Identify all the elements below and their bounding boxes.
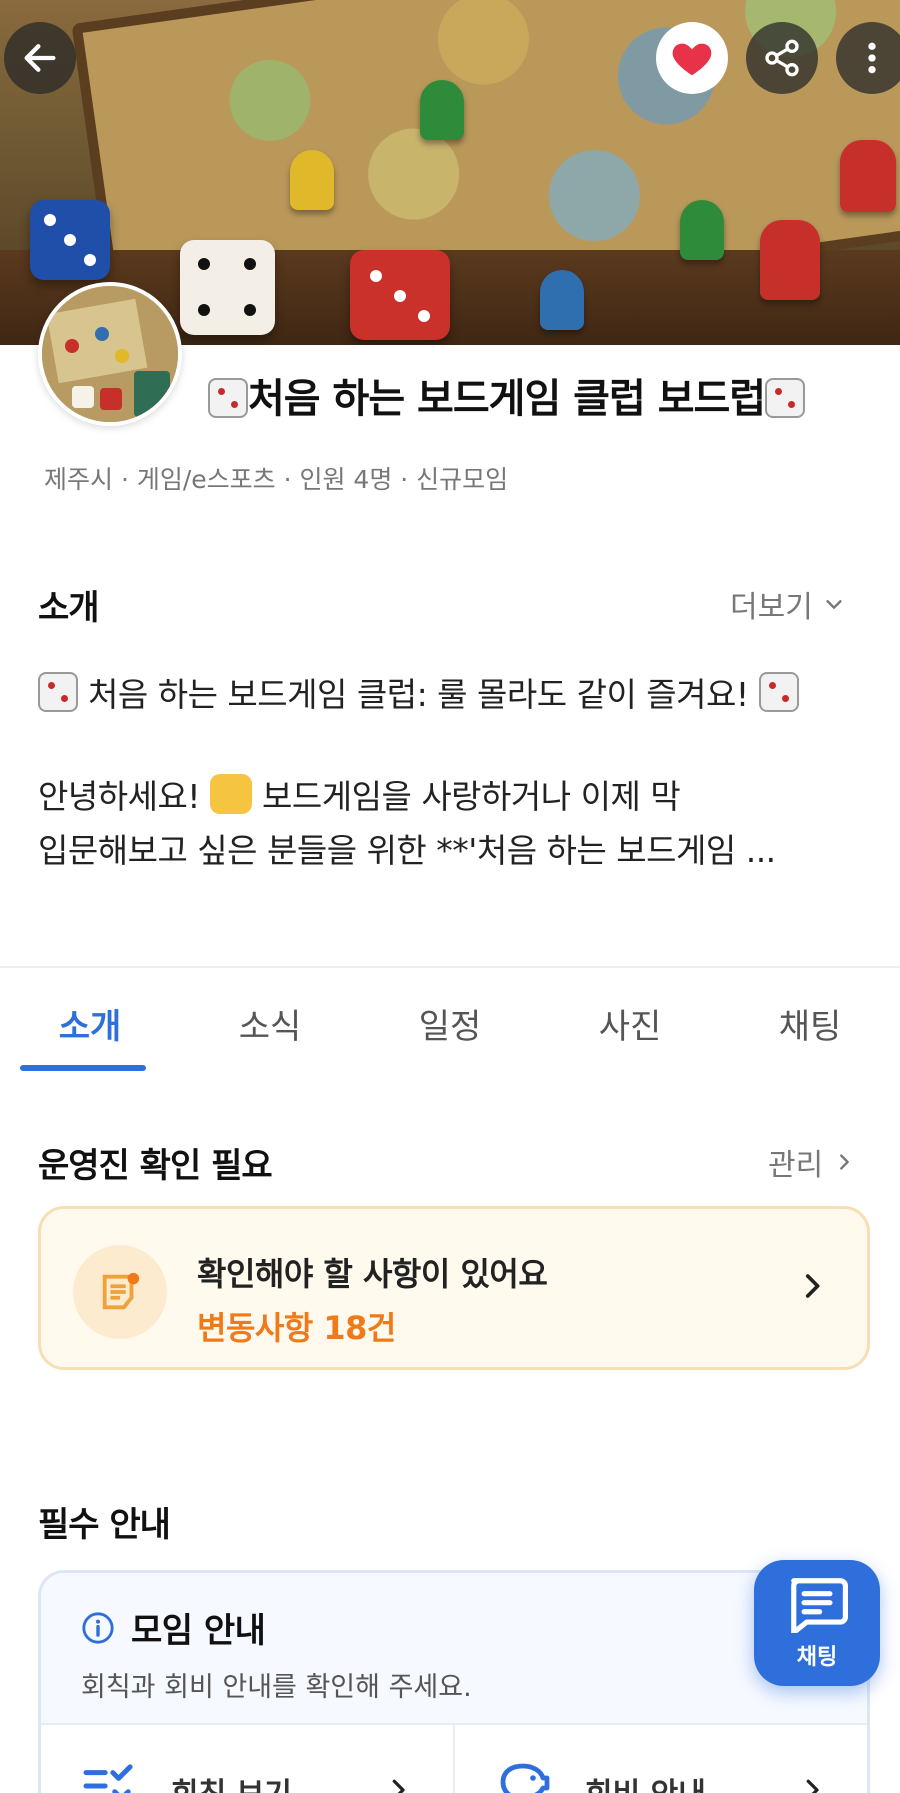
more-vertical-icon xyxy=(868,42,876,74)
notice-count: 변동사항 18건 xyxy=(197,1309,396,1347)
dice-emoji-icon xyxy=(208,378,248,418)
red-meeple xyxy=(760,220,820,300)
manage-button[interactable]: 관리 xyxy=(768,1140,855,1184)
info-card-desc: 회칙과 회비 안내를 확인해 주세요. xyxy=(81,1672,472,1703)
white-die xyxy=(180,240,275,335)
more-label: 더보기 xyxy=(730,590,813,625)
tab-schedule[interactable]: 일정 xyxy=(360,975,540,1071)
required-heading: 필수 안내 xyxy=(38,1505,171,1545)
chat-icon xyxy=(791,1578,848,1633)
memo-icon xyxy=(73,1245,167,1339)
blue-meeple xyxy=(540,270,584,330)
info-card-title: 모임 안내 xyxy=(131,1611,266,1651)
info-icon xyxy=(82,1612,114,1644)
notice-title: 확인해야 할 사항이 있어요 xyxy=(197,1255,548,1293)
dice-emoji-icon xyxy=(758,672,799,712)
admin-heading: 운영진 확인 필요 xyxy=(38,1146,273,1186)
dice-emoji-icon xyxy=(38,672,78,712)
share-button[interactable] xyxy=(746,22,818,94)
chat-fab-button[interactable]: 채팅 xyxy=(754,1560,880,1686)
tab-intro[interactable]: 소개 xyxy=(0,975,180,1071)
more-button[interactable] xyxy=(836,22,900,94)
tab-chat[interactable]: 채팅 xyxy=(720,975,900,1071)
club-avatar[interactable] xyxy=(38,282,182,426)
tab-photos[interactable]: 사진 xyxy=(540,975,720,1071)
green-meeple xyxy=(680,200,724,260)
like-button[interactable] xyxy=(656,22,728,94)
intro-heading: 소개 xyxy=(38,588,100,628)
green-meeple xyxy=(420,80,464,140)
section-divider xyxy=(0,966,900,968)
red-die xyxy=(350,250,450,340)
piggy-bank-icon xyxy=(500,1763,550,1793)
rules-button[interactable]: 회칙 보기 xyxy=(41,1725,453,1793)
rules-label: 회칙 보기 xyxy=(171,1769,292,1793)
yellow-meeple xyxy=(290,150,334,210)
club-title: 처음 하는 보드게임 클럽 보드럽 xyxy=(208,366,806,424)
chevron-right-icon xyxy=(805,1274,820,1298)
dice-emoji-icon xyxy=(765,378,806,418)
intro-line-2: 안녕하세요! 보드게임을 사랑하거나 이제 막 xyxy=(38,770,868,824)
intro-line-3: 입문해보고 싶은 분들을 위한 **'처음 하는 보드게임 ... xyxy=(38,831,776,870)
chevron-right-icon xyxy=(806,1779,819,1793)
manage-label: 관리 xyxy=(768,1148,824,1183)
back-arrow-icon xyxy=(24,44,56,72)
checklist-icon xyxy=(83,1764,133,1793)
club-title-text: 처음 하는 보드게임 클럽 보드럽 xyxy=(248,376,766,422)
red-meeple xyxy=(840,140,896,212)
fee-button[interactable]: 회비 안내 xyxy=(453,1725,867,1793)
intro-more-button[interactable]: 더보기 xyxy=(730,582,845,626)
share-icon xyxy=(765,39,799,77)
chevron-right-icon xyxy=(392,1779,405,1793)
fee-label: 회비 안내 xyxy=(585,1769,706,1793)
chevron-right-icon xyxy=(840,1154,850,1170)
heart-icon xyxy=(672,43,712,76)
club-meta: 제주시 · 게임/e스포츠 · 인원 4명 · 신규모임 xyxy=(44,465,509,494)
blue-die xyxy=(30,200,110,280)
raised-hands-icon xyxy=(210,774,253,814)
tab-news[interactable]: 소식 xyxy=(180,975,360,1071)
info-card-actions: 회칙 보기 회비 안내 xyxy=(41,1723,867,1793)
intro-text: 처음 하는 보드게임 클럽: 룰 몰라도 같이 즐겨요! 안녕하세요! 보드게임… xyxy=(38,668,868,878)
tab-bar: 소개 소식 일정 사진 채팅 xyxy=(0,975,900,1071)
back-button[interactable] xyxy=(4,22,76,94)
chevron-down-icon xyxy=(826,600,842,609)
club-avatar-image xyxy=(42,286,178,422)
chat-fab-label: 채팅 xyxy=(796,1645,838,1670)
club-info-card: 모임 안내 회칙과 회비 안내를 확인해 주세요. 회칙 보기 회비 안내 xyxy=(38,1570,870,1793)
admin-notice-card[interactable]: 확인해야 할 사항이 있어요 변동사항 18건 xyxy=(38,1206,870,1370)
intro-line-1: 처음 하는 보드게임 클럽: 룰 몰라도 같이 즐겨요! xyxy=(38,668,868,722)
